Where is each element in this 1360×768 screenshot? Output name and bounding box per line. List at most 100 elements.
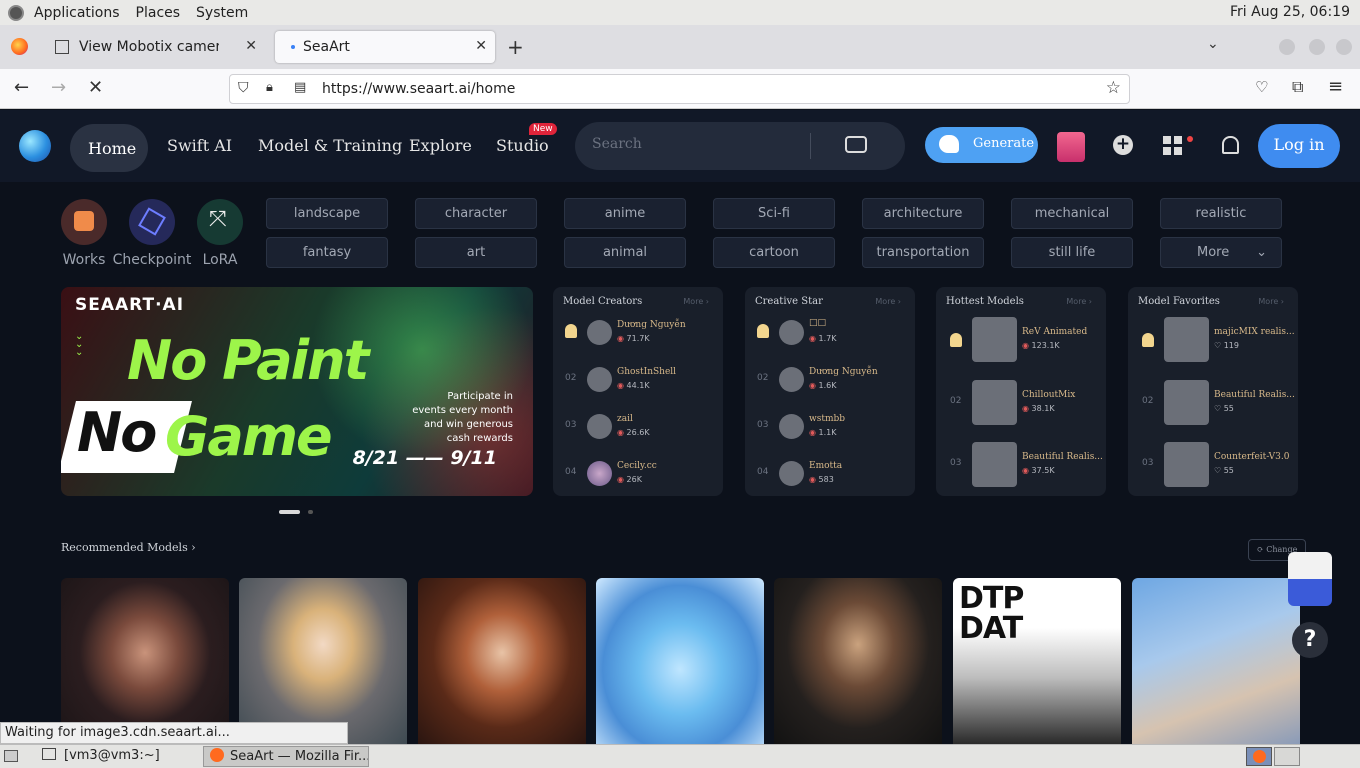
tag-landscape[interactable]: landscape [266, 198, 388, 229]
avatar[interactable] [779, 320, 804, 345]
show-desktop-icon[interactable] [4, 750, 18, 762]
model-card[interactable] [774, 578, 942, 744]
creator-name[interactable]: wstmbb [809, 414, 845, 424]
creator-name[interactable]: □□ [809, 318, 826, 328]
camera-icon[interactable] [845, 136, 867, 153]
creator-name[interactable]: Emotta [809, 461, 842, 471]
more-link[interactable]: More › [1066, 297, 1092, 306]
new-tab-icon[interactable]: + [507, 35, 524, 59]
system-menu[interactable]: System [196, 5, 248, 21]
tag-fantasy[interactable]: fantasy [266, 237, 388, 268]
seaart-logo[interactable] [19, 130, 51, 162]
model-card[interactable]: DTP DAT [953, 578, 1121, 744]
avatar[interactable] [779, 461, 804, 486]
tag-transportation[interactable]: transportation [862, 237, 984, 268]
maximize-icon[interactable] [1309, 39, 1325, 55]
url-bar[interactable]: ⛉ 🔒︎ ▤ https://www.seaart.ai/home ☆ [229, 74, 1130, 104]
menu-icon[interactable]: ≡ [1328, 76, 1343, 97]
creator-name[interactable]: Dương Nguyễn [617, 320, 686, 330]
model-thumbnail[interactable] [1164, 380, 1209, 425]
model-name[interactable]: majicMIX realis... [1214, 327, 1295, 337]
model-name[interactable]: Beautiful Realis... [1214, 390, 1295, 400]
tag-still-life[interactable]: still life [1011, 237, 1133, 268]
help-button[interactable]: ? [1292, 622, 1328, 658]
workspace-2[interactable] [1274, 747, 1300, 766]
carousel-dot[interactable] [308, 510, 313, 514]
workspace-switcher[interactable] [1246, 747, 1272, 766]
model-card[interactable] [418, 578, 586, 744]
save-to-pocket-icon[interactable]: ♡ [1255, 78, 1268, 96]
model-thumbnail[interactable] [1164, 317, 1209, 362]
more-link[interactable]: More › [1258, 297, 1284, 306]
model-thumbnail[interactable] [972, 442, 1017, 487]
apps-grid-icon[interactable] [1163, 136, 1182, 155]
model-thumbnail[interactable] [972, 317, 1017, 362]
stop-loading-icon[interactable]: ✕ [88, 77, 103, 98]
lora-icon[interactable]: ⤧ [197, 199, 243, 245]
minimize-icon[interactable] [1279, 39, 1295, 55]
lock-icon[interactable]: 🔒︎ [266, 80, 273, 95]
model-name[interactable]: Counterfeit-V3.0 [1214, 452, 1290, 462]
nav-swift-ai[interactable]: Swift AI [167, 136, 232, 155]
tag-anime[interactable]: anime [564, 198, 686, 229]
tag-sci-fi[interactable]: Sci-fi [713, 198, 835, 229]
tag-character[interactable]: character [415, 198, 537, 229]
promo-banner[interactable]: SEAART·AI No Paint No Game Participate i… [61, 287, 533, 496]
more-link[interactable]: More › [875, 297, 901, 306]
avatar[interactable] [587, 461, 612, 486]
nav-model-training[interactable]: Model & Training [258, 136, 402, 155]
bell-icon[interactable] [1222, 136, 1239, 154]
category-lora[interactable]: LoRA [175, 252, 265, 268]
model-card[interactable] [1132, 578, 1300, 744]
close-tab-icon[interactable]: ✕ [475, 38, 487, 54]
model-thumbnail[interactable] [972, 380, 1017, 425]
bookmark-star-icon[interactable]: ☆ [1106, 78, 1121, 98]
creator-name[interactable]: GhostInShell [617, 367, 676, 377]
close-tab-icon[interactable]: ✕ [245, 38, 257, 54]
floating-assistant-icon[interactable] [1288, 552, 1332, 606]
taskbar-terminal[interactable]: [vm3@vm3:~] [36, 747, 166, 767]
url-text[interactable]: https://www.seaart.ai/home [322, 81, 515, 97]
gift-box-icon[interactable] [1057, 132, 1085, 162]
tag-more[interactable]: More ⌄ [1160, 237, 1282, 268]
tag-cartoon[interactable]: cartoon [713, 237, 835, 268]
creator-name[interactable]: zail [617, 414, 633, 424]
model-card[interactable] [61, 578, 229, 744]
search-input[interactable]: Search [592, 136, 642, 152]
avatar[interactable] [587, 320, 612, 345]
avatar[interactable] [779, 414, 804, 439]
permissions-icon[interactable]: ▤ [294, 80, 306, 95]
close-window-icon[interactable] [1336, 39, 1352, 55]
login-button[interactable]: Log in [1258, 124, 1340, 168]
model-card[interactable] [239, 578, 407, 744]
add-circle-icon[interactable]: + [1113, 135, 1133, 155]
model-thumbnail[interactable] [1164, 442, 1209, 487]
places-menu[interactable]: Places [136, 5, 181, 21]
model-card[interactable] [596, 578, 764, 744]
tag-art[interactable]: art [415, 237, 537, 268]
nav-home[interactable]: Home [88, 139, 136, 158]
gnome-foot-icon[interactable] [8, 4, 24, 21]
clock[interactable]: Fri Aug 25, 06:19 [1230, 4, 1350, 20]
works-icon[interactable] [61, 199, 107, 245]
tab-seaart[interactable]: SeaArt ✕ [275, 31, 495, 63]
generate-button[interactable]: Generate [925, 127, 1038, 163]
tag-architecture[interactable]: architecture [862, 198, 984, 229]
model-name[interactable]: Beautiful Realis... [1022, 452, 1103, 462]
model-name[interactable]: ChilloutMix [1022, 390, 1075, 400]
extensions-icon[interactable]: ⧉ [1292, 77, 1303, 97]
carousel-dot-active[interactable] [279, 510, 300, 514]
taskbar-firefox[interactable]: SeaArt — Mozilla Fir... [203, 746, 369, 767]
nav-studio[interactable]: Studio [496, 136, 549, 155]
firefox-icon[interactable] [11, 38, 28, 55]
avatar[interactable] [587, 367, 612, 392]
tag-animal[interactable]: animal [564, 237, 686, 268]
applications-menu[interactable]: Applications [34, 5, 120, 21]
tag-realistic[interactable]: realistic [1160, 198, 1282, 229]
creator-name[interactable]: Dương Nguyễn [809, 367, 878, 377]
avatar[interactable] [779, 367, 804, 392]
search-box[interactable]: Search [575, 122, 905, 170]
tab-mobotix[interactable]: View Mobotix camera in Bul ✕ [45, 31, 265, 63]
shield-icon[interactable]: ⛉ [238, 80, 249, 96]
back-icon[interactable]: ← [14, 77, 29, 98]
